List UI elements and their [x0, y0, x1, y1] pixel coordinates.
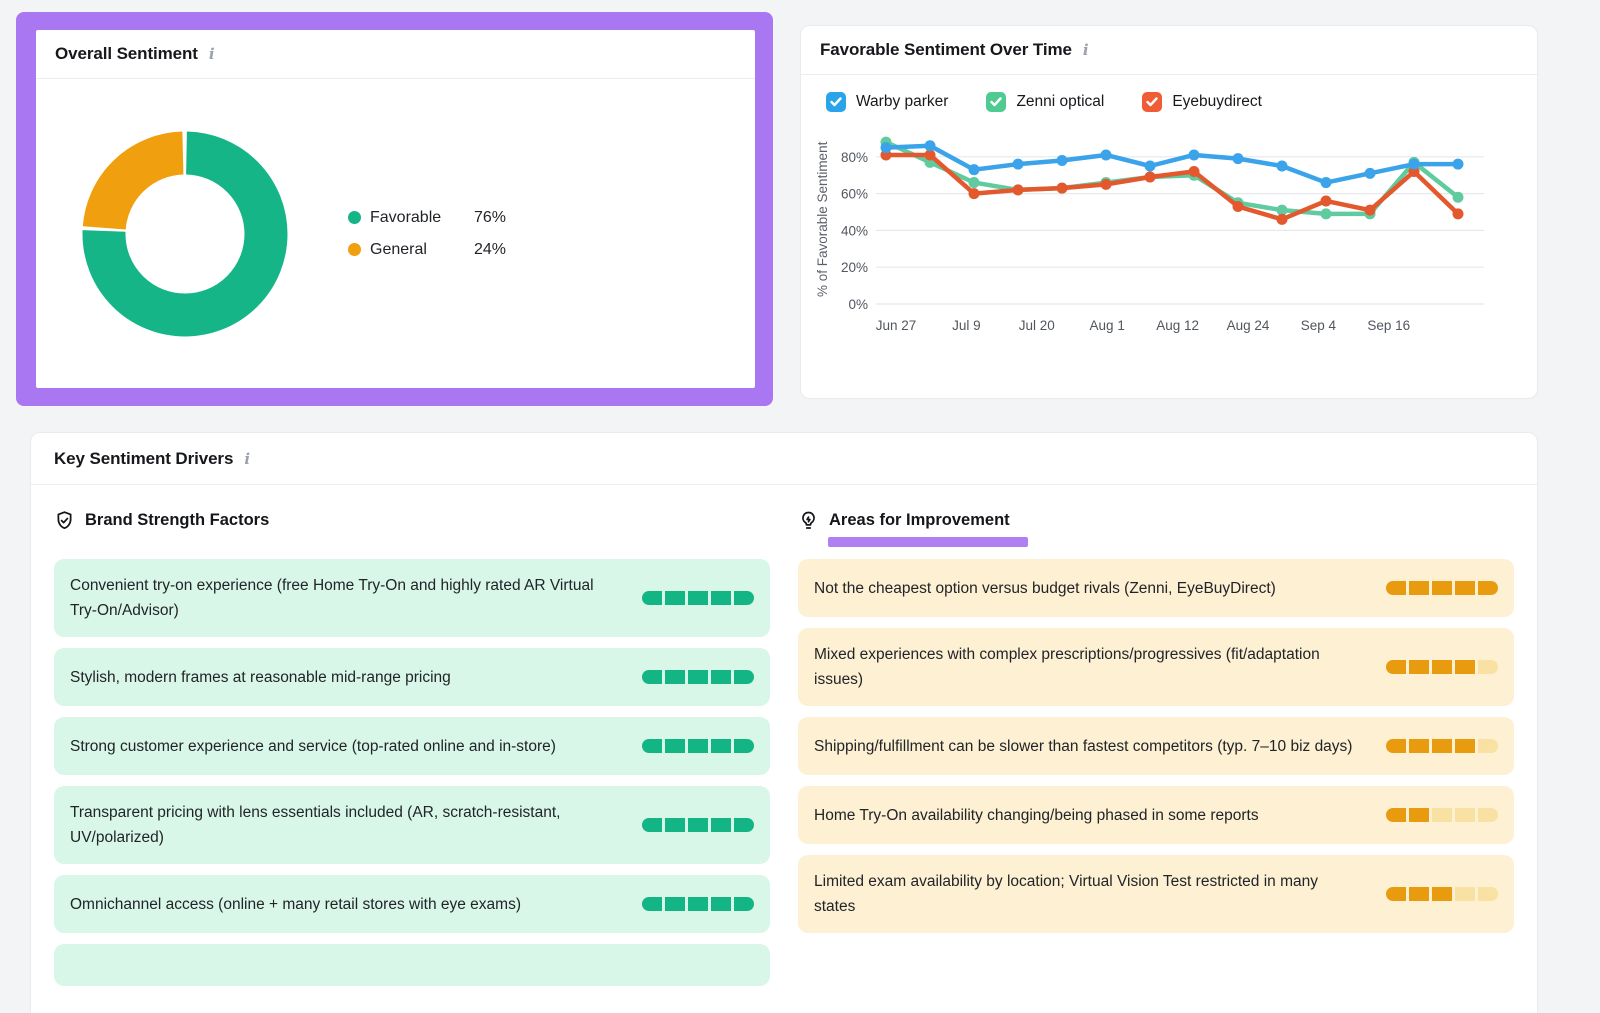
info-icon[interactable]: i: [207, 45, 217, 63]
donut-chart: [82, 131, 288, 337]
dashboard: Overall Sentiment i Favorable76%General2…: [0, 0, 1600, 1013]
improvement-column: Areas for Improvement Not the cheapest o…: [798, 510, 1514, 986]
purple-underline: [828, 537, 1028, 547]
series-checkbox-zenni-optical[interactable]: Zenni optical: [986, 92, 1104, 112]
shield-check-icon: [54, 510, 75, 531]
checkbox-label: Warby parker: [856, 93, 948, 111]
driver-item: Strong customer experience and service (…: [54, 717, 770, 775]
column-heading-label: Brand Strength Factors: [85, 511, 269, 530]
card-title: Key Sentiment Drivers: [54, 449, 233, 469]
checkbox-label: Zenni optical: [1016, 93, 1104, 111]
driver-item: Mixed experiences with complex prescript…: [798, 628, 1514, 706]
score-bar: [1386, 808, 1498, 822]
svg-text:Jul 9: Jul 9: [952, 318, 981, 333]
legend-label: General: [370, 241, 474, 259]
card-title: Favorable Sentiment Over Time: [820, 40, 1072, 60]
donut-legend: Favorable76%General24%: [348, 209, 506, 259]
improvement-list: Not the cheapest option versus budget ri…: [798, 559, 1514, 933]
svg-text:Aug 12: Aug 12: [1156, 318, 1199, 333]
svg-text:Jul 20: Jul 20: [1019, 318, 1055, 333]
score-bar: [1386, 739, 1498, 753]
driver-item-partial: [54, 944, 770, 986]
driver-item-text: Strong customer experience and service (…: [70, 734, 642, 759]
donut-legend-item: Favorable76%: [348, 209, 506, 227]
overall-sentiment-card: Overall Sentiment i Favorable76%General2…: [36, 30, 755, 388]
score-bar: [642, 897, 754, 911]
driver-item: Home Try-On availability changing/being …: [798, 786, 1514, 844]
driver-item: Limited exam availability by location; V…: [798, 855, 1514, 933]
svg-text:Aug 24: Aug 24: [1227, 318, 1270, 333]
driver-item: Transparent pricing with lens essentials…: [54, 786, 770, 864]
card-title: Overall Sentiment: [55, 44, 198, 64]
checkbox-label: Eyebuydirect: [1172, 93, 1262, 111]
overall-sentiment-header: Overall Sentiment i: [36, 30, 755, 79]
driver-item: Omnichannel access (online + many retail…: [54, 875, 770, 933]
score-bar: [1386, 581, 1498, 595]
y-axis-label: % of Favorable Sentiment: [815, 117, 830, 322]
svg-text:Jun 27: Jun 27: [876, 318, 917, 333]
column-heading-label: Areas for Improvement: [829, 511, 1010, 530]
highlight-frame: Overall Sentiment i Favorable76%General2…: [16, 12, 773, 406]
drivers-columns: Brand Strength Factors Convenient try-on…: [31, 485, 1537, 986]
donut-legend-item: General24%: [348, 241, 506, 259]
svg-text:80%: 80%: [841, 150, 868, 165]
brand-strength-column: Brand Strength Factors Convenient try-on…: [54, 510, 770, 986]
driver-item-text: Shipping/fulfillment can be slower than …: [814, 734, 1386, 759]
score-bar: [642, 670, 754, 684]
series-toggle-row: Warby parker Zenni optical Eyebuydirect: [801, 75, 1537, 116]
driver-item-text: Stylish, modern frames at reasonable mid…: [70, 665, 642, 690]
brand-strength-list: Convenient try-on experience (free Home …: [54, 559, 770, 986]
series-checkbox-warby-parker[interactable]: Warby parker: [826, 92, 948, 112]
score-bar: [642, 591, 754, 605]
checkbox-checked-icon[interactable]: [1142, 92, 1162, 112]
info-icon[interactable]: i: [1081, 41, 1091, 59]
line-chart: 0% 20% 40% 60% 80% Jun 27 Jul 9 Jul 20 Aug 1 Aug …: [830, 116, 1492, 340]
legend-dot: [348, 243, 361, 256]
svg-text:Aug 1: Aug 1: [1090, 318, 1125, 333]
info-icon[interactable]: i: [242, 450, 252, 468]
brand-strength-heading: Brand Strength Factors: [54, 510, 770, 531]
svg-text:20%: 20%: [841, 260, 868, 275]
svg-text:60%: 60%: [841, 187, 868, 202]
driver-item: Convenient try-on experience (free Home …: [54, 559, 770, 637]
legend-dot: [348, 211, 361, 224]
legend-value: 76%: [474, 209, 506, 227]
sentiment-over-time-header: Favorable Sentiment Over Time i: [801, 26, 1537, 75]
key-sentiment-drivers-card: Key Sentiment Drivers i Brand Strength F…: [30, 432, 1538, 1013]
driver-item: Shipping/fulfillment can be slower than …: [798, 717, 1514, 775]
driver-item-text: Transparent pricing with lens essentials…: [70, 800, 642, 850]
legend-value: 24%: [474, 241, 506, 259]
svg-text:40%: 40%: [841, 223, 868, 238]
driver-item-text: Home Try-On availability changing/being …: [814, 803, 1386, 828]
sentiment-over-time-card: Favorable Sentiment Over Time i Warby pa…: [800, 25, 1538, 399]
driver-item-text: Omnichannel access (online + many retail…: [70, 892, 642, 917]
series-checkbox-eyebuydirect[interactable]: Eyebuydirect: [1142, 92, 1262, 112]
donut-chart-area: Favorable76%General24%: [36, 79, 755, 388]
driver-item-text: Convenient try-on experience (free Home …: [70, 573, 642, 623]
line-chart-area: % of Favorable Sentiment 0% 20% 40% 60% 80% J…: [801, 116, 1537, 340]
checkbox-checked-icon[interactable]: [826, 92, 846, 112]
driver-item: Not the cheapest option versus budget ri…: [798, 559, 1514, 617]
score-bar: [1386, 660, 1498, 674]
score-bar: [642, 818, 754, 832]
score-bar: [1386, 887, 1498, 901]
lightbulb-icon: [798, 510, 819, 531]
driver-item: Stylish, modern frames at reasonable mid…: [54, 648, 770, 706]
driver-item-text: Not the cheapest option versus budget ri…: [814, 576, 1386, 601]
key-sentiment-drivers-header: Key Sentiment Drivers i: [31, 433, 1537, 485]
svg-text:Sep 16: Sep 16: [1367, 318, 1410, 333]
driver-item-text: Mixed experiences with complex prescript…: [814, 642, 1386, 692]
svg-text:Sep 4: Sep 4: [1301, 318, 1337, 333]
score-bar: [642, 739, 754, 753]
legend-label: Favorable: [370, 209, 474, 227]
checkbox-checked-icon[interactable]: [986, 92, 1006, 112]
svg-text:0%: 0%: [848, 297, 868, 312]
improvement-heading: Areas for Improvement: [798, 510, 1514, 531]
driver-item-text: Limited exam availability by location; V…: [814, 869, 1386, 919]
